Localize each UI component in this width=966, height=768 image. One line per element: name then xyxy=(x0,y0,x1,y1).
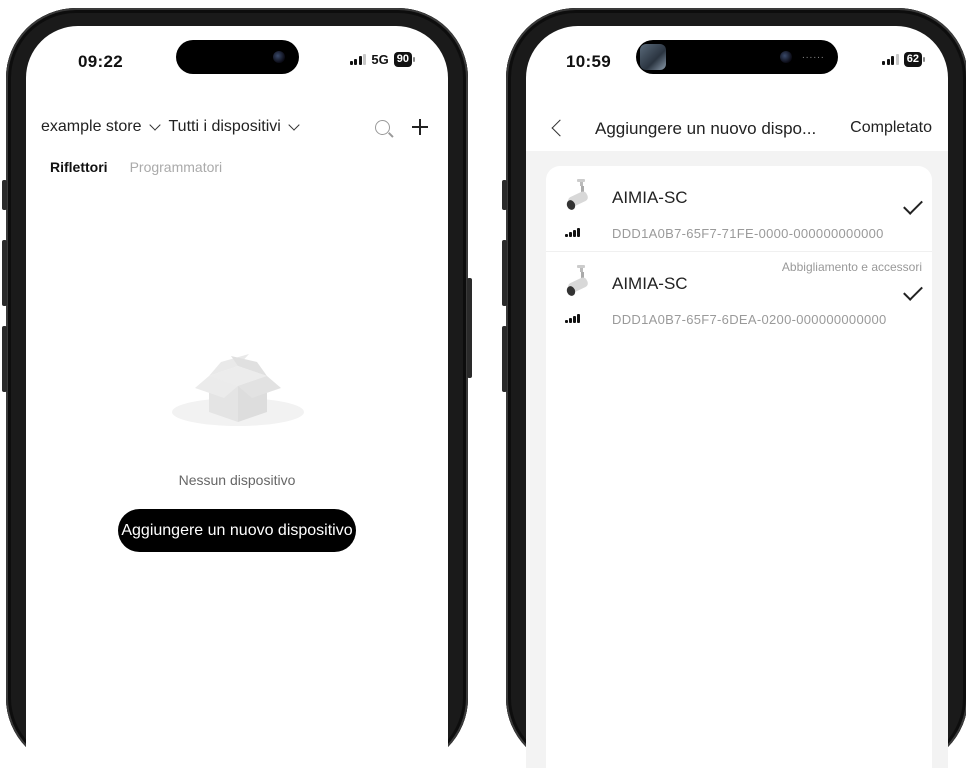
device-row[interactable]: Abbigliamento e accessori AIMIA-SC DDD1A… xyxy=(546,251,932,336)
store-dropdown[interactable]: example store xyxy=(41,118,161,136)
device-category: Abbigliamento e accessori xyxy=(781,260,922,274)
empty-message: Nessun dispositivo xyxy=(178,472,296,488)
live-activity-thumbnail xyxy=(640,44,666,70)
signal-strength-icon xyxy=(565,314,580,323)
signal-icon xyxy=(349,54,367,65)
device-filter-label: Tutti i dispositivi xyxy=(168,118,281,135)
volume-up-button xyxy=(2,240,7,306)
empty-box-icon xyxy=(172,354,304,426)
status-time: 10:59 xyxy=(566,52,611,71)
done-button[interactable]: Completato xyxy=(850,119,932,137)
screen-right: 10:59 ...... 62 Aggiungere un nuovo disp… xyxy=(526,26,948,768)
screen-left: 09:22 5G 90 example store Tutti i dispos… xyxy=(26,26,448,768)
phone-frame-left: 09:22 5G 90 example store Tutti i dispos… xyxy=(2,8,472,768)
device-id: DDD1A0B7-65F7-71FE-0000-000000000000 xyxy=(612,226,884,241)
camera-icon xyxy=(273,51,285,63)
chevron-down-icon xyxy=(148,118,161,131)
silent-switch xyxy=(502,180,507,210)
tab-riflettori[interactable]: Riflettori xyxy=(50,159,108,175)
spotlight-icon xyxy=(566,179,588,210)
category-tabs: Riflettori Programmatori xyxy=(50,159,222,175)
checkmark-icon[interactable] xyxy=(903,281,923,301)
device-name: AIMIA-SC xyxy=(612,274,688,293)
dynamic-island xyxy=(176,40,299,74)
navigation-bar: Aggiungere un nuovo dispo... Completato xyxy=(526,116,948,146)
silent-switch xyxy=(2,180,7,210)
power-button xyxy=(467,278,472,378)
tab-programmatori[interactable]: Programmatori xyxy=(130,159,223,175)
signal-icon xyxy=(882,54,899,65)
signal-strength-icon xyxy=(565,228,580,237)
live-activity-dots: ...... xyxy=(802,50,825,61)
status-indicators: 5G 90 xyxy=(349,52,416,67)
device-filter-dropdown[interactable]: Tutti i dispositivi xyxy=(168,118,300,136)
camera-icon xyxy=(780,51,792,63)
battery-icon: 90 xyxy=(393,52,416,67)
phone-frame-right: 10:59 ...... 62 Aggiungere un nuovo disp… xyxy=(502,8,966,768)
device-name: AIMIA-SC xyxy=(612,188,688,207)
search-icon[interactable] xyxy=(375,119,390,135)
volume-down-button xyxy=(2,326,7,392)
device-list: AIMIA-SC DDD1A0B7-65F7-71FE-0000-0000000… xyxy=(546,166,932,768)
store-label: example store xyxy=(41,118,142,135)
chevron-down-icon xyxy=(288,118,300,131)
toolbar: example store Tutti i dispositivi xyxy=(41,118,428,136)
network-label: 5G xyxy=(371,52,389,67)
checkmark-icon[interactable] xyxy=(903,195,923,215)
device-row[interactable]: AIMIA-SC DDD1A0B7-65F7-71FE-0000-0000000… xyxy=(546,166,932,250)
device-id: DDD1A0B7-65F7-6DEA-0200-000000000000 xyxy=(612,312,887,327)
volume-up-button xyxy=(502,240,507,306)
battery-icon: 62 xyxy=(903,52,926,67)
page-title: Aggiungere un nuovo dispo... xyxy=(595,119,817,138)
status-time: 09:22 xyxy=(78,52,123,71)
back-chevron-icon[interactable] xyxy=(551,119,569,137)
status-indicators: 62 xyxy=(882,52,926,67)
add-device-button[interactable]: Aggiungere un nuovo dispositivo xyxy=(118,509,356,552)
add-icon[interactable] xyxy=(412,119,428,135)
volume-down-button xyxy=(502,326,507,392)
spotlight-icon xyxy=(566,265,588,296)
dynamic-island: ...... xyxy=(636,40,838,74)
